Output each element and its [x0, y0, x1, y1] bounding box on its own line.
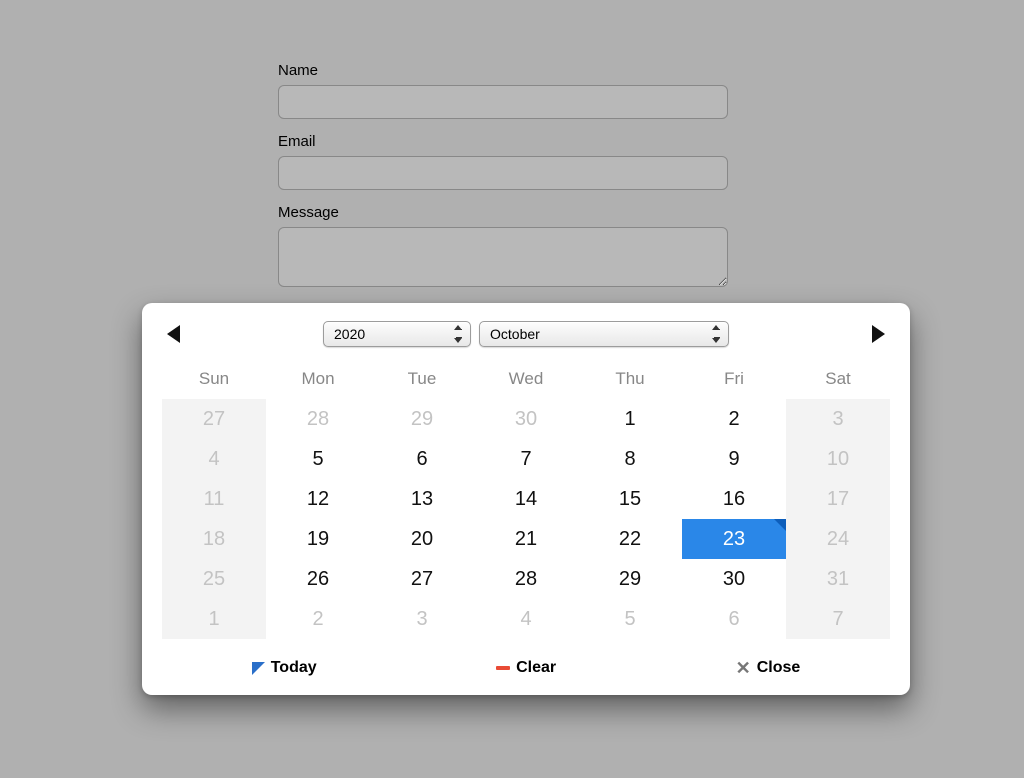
calendar-day[interactable]: 6	[682, 599, 786, 639]
calendar-day[interactable]: 19	[266, 519, 370, 559]
calendar-day[interactable]: 6	[370, 439, 474, 479]
name-input[interactable]	[278, 85, 728, 119]
clear-icon	[496, 666, 510, 670]
calendar-day[interactable]: 5	[578, 599, 682, 639]
calendar-day[interactable]: 28	[266, 399, 370, 439]
clear-label: Clear	[516, 659, 556, 677]
calendar-day[interactable]: 13	[370, 479, 474, 519]
calendar-day[interactable]: 24	[786, 519, 890, 559]
stepper-icon	[453, 325, 463, 343]
calendar-day[interactable]: 22	[578, 519, 682, 559]
today-label: Today	[271, 659, 317, 677]
today-icon	[252, 662, 265, 675]
email-input[interactable]	[278, 156, 728, 190]
calendar-day[interactable]: 29	[370, 399, 474, 439]
calendar-day[interactable]: 7	[786, 599, 890, 639]
dow-header: Sat	[786, 361, 890, 399]
calendar-day[interactable]: 12	[266, 479, 370, 519]
calendar-day[interactable]: 16	[682, 479, 786, 519]
calendar-day[interactable]: 27	[370, 559, 474, 599]
calendar-day[interactable]: 9	[682, 439, 786, 479]
dow-header: Sun	[162, 361, 266, 399]
calendar-day[interactable]: 29	[578, 559, 682, 599]
calendar-day[interactable]: 20	[370, 519, 474, 559]
calendar-day[interactable]: 26	[266, 559, 370, 599]
date-picker-popup: 2020 October SunMonTueWedThuFriSat 27282…	[142, 303, 910, 695]
calendar-day[interactable]: 4	[474, 599, 578, 639]
calendar-day[interactable]: 31	[786, 559, 890, 599]
calendar-day[interactable]: 17	[786, 479, 890, 519]
chevron-left-icon	[166, 325, 182, 343]
next-month-button[interactable]	[866, 322, 890, 346]
dow-header: Mon	[266, 361, 370, 399]
today-button[interactable]: Today	[252, 659, 317, 677]
calendar-day[interactable]: 3	[370, 599, 474, 639]
email-label: Email	[278, 133, 728, 150]
month-select-value: October	[490, 326, 540, 342]
calendar-day[interactable]: 1	[578, 399, 682, 439]
calendar-day[interactable]: 15	[578, 479, 682, 519]
name-label: Name	[278, 62, 728, 79]
year-select[interactable]: 2020	[323, 321, 471, 347]
close-button[interactable]: ✕ Close	[736, 659, 801, 677]
dow-header: Wed	[474, 361, 578, 399]
calendar-day[interactable]: 14	[474, 479, 578, 519]
calendar-day[interactable]: 2	[682, 399, 786, 439]
dow-header: Fri	[682, 361, 786, 399]
calendar-day[interactable]: 10	[786, 439, 890, 479]
calendar-day[interactable]: 30	[474, 399, 578, 439]
calendar-day[interactable]: 2	[266, 599, 370, 639]
close-label: Close	[757, 659, 801, 677]
calendar-day[interactable]: 1	[162, 599, 266, 639]
message-label: Message	[278, 204, 728, 221]
calendar-day[interactable]: 4	[162, 439, 266, 479]
prev-month-button[interactable]	[162, 322, 186, 346]
calendar-day[interactable]: 5	[266, 439, 370, 479]
calendar-day[interactable]: 8	[578, 439, 682, 479]
close-icon: ✕	[736, 659, 751, 677]
calendar-day[interactable]: 28	[474, 559, 578, 599]
calendar-day[interactable]: 7	[474, 439, 578, 479]
year-select-value: 2020	[334, 326, 365, 342]
message-textarea[interactable]	[278, 227, 728, 287]
dow-header: Tue	[370, 361, 474, 399]
calendar-day[interactable]: 25	[162, 559, 266, 599]
calendar-grid: SunMonTueWedThuFriSat 272829301234567891…	[162, 361, 890, 639]
calendar-day[interactable]: 11	[162, 479, 266, 519]
clear-button[interactable]: Clear	[496, 659, 556, 677]
month-select[interactable]: October	[479, 321, 729, 347]
calendar-day[interactable]: 23	[682, 519, 786, 559]
chevron-right-icon	[870, 325, 886, 343]
dow-header: Thu	[578, 361, 682, 399]
stepper-icon	[711, 325, 721, 343]
calendar-day[interactable]: 27	[162, 399, 266, 439]
calendar-day[interactable]: 21	[474, 519, 578, 559]
calendar-day[interactable]: 3	[786, 399, 890, 439]
calendar-day[interactable]: 30	[682, 559, 786, 599]
calendar-day[interactable]: 18	[162, 519, 266, 559]
